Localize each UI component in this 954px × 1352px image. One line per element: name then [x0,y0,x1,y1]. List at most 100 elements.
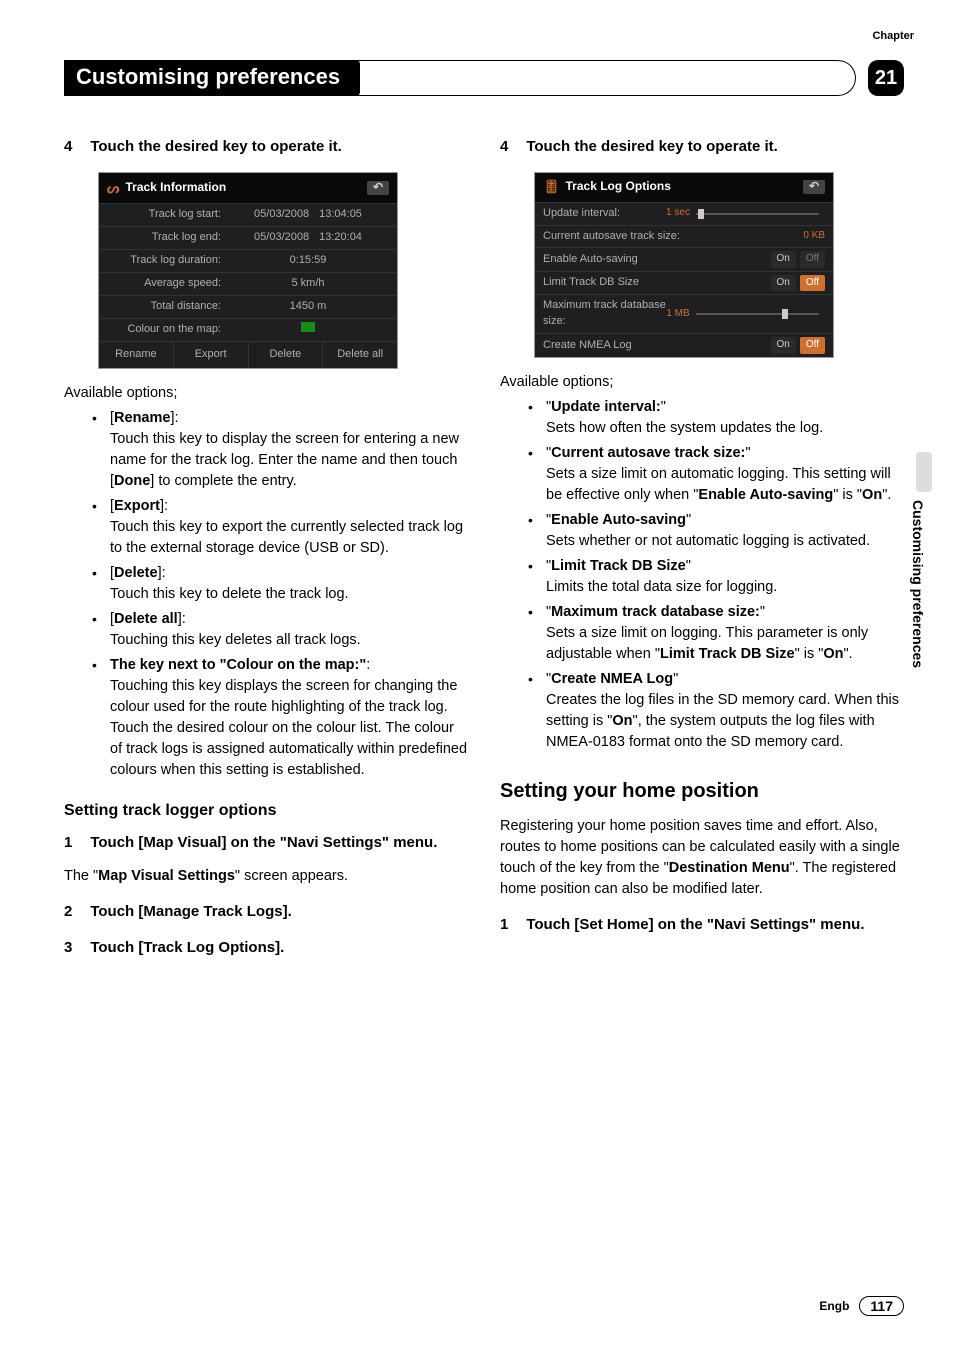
right-options-list: "Update interval:" Sets how often the sy… [500,397,904,753]
left-step-3: 3 Touch [Track Log Options]. [64,937,468,959]
route-icon: ᔕ [107,178,119,198]
item-desc: Touch this key to display the screen for… [110,429,468,492]
item-key: The key next to "Colour on the map:" [110,657,366,673]
right-step-1: 1 Touch [Set Home] on the "Navi Settings… [500,914,904,936]
row-value: 1 sec [666,206,690,221]
section-heading-home: Setting your home position [500,777,904,806]
item-key: Enable Auto-saving [551,512,686,528]
left-step-2: 2 Touch [Manage Track Logs]. [64,901,468,923]
row-value: 5 km/h [227,276,389,292]
row-label: Total distance: [107,299,227,315]
item-key: Create NMEA Log [551,671,673,687]
left-options-list: [Rename]: Touch this key to display the … [64,408,468,781]
step-number: 1 [500,914,508,936]
item-desc: Touch this key to export the currently s… [110,517,468,559]
row-enable-autosave: Enable Auto-saving On Off [535,247,833,271]
export-button[interactable]: Export [174,342,249,368]
row-label: Update interval: [543,206,666,222]
step-text: Touch the desired key to operate it. [90,136,341,158]
list-item: "Maximum track database size:" Sets a si… [546,602,904,665]
list-item: [Delete all]: Touching this key deletes … [110,609,468,651]
item-desc: Sets how often the system updates the lo… [546,418,904,439]
update-slider[interactable] [696,213,819,215]
list-item: [Export]: Touch this key to export the c… [110,496,468,559]
row-label: Limit Track DB Size [543,275,771,291]
settings-icon: 🎚 [543,178,560,197]
rename-button[interactable]: Rename [99,342,174,368]
screenshot-header: 🎚 Track Log Options ↶ [535,173,833,202]
row-date: 05/03/2008 [254,207,309,223]
list-item: [Delete]: Touch this key to delete the t… [110,563,468,605]
side-section-label: Customising preferences [910,500,926,668]
toggle-autosave[interactable]: On Off [771,251,826,268]
home-para: Registering your home position saves tim… [500,816,904,900]
list-item: "Update interval:" Sets how often the sy… [546,397,904,439]
list-item: "Current autosave track size:" Sets a si… [546,443,904,506]
item-desc: Sets a size limit on logging. This param… [546,623,904,665]
toggle-nmea[interactable]: On Off [771,337,826,354]
left-step-1: 1 Touch [Map Visual] on the "Navi Settin… [64,832,468,887]
screenshot-title: Track Information [125,179,226,196]
row-time: 13:20:04 [319,230,362,246]
item-key: Update interval: [551,399,661,415]
step-number: 2 [64,901,72,923]
right-column: 4 Touch the desired key to operate it. 🎚… [500,136,904,972]
row-duration: Track log duration: 0:15:59 [99,249,397,272]
row-max-db-size: Maximum track database size: 1 MB [535,294,833,333]
left-column: 4 Touch the desired key to operate it. ᔕ… [64,136,468,972]
row-nmea: Create NMEA Log On Off [535,333,833,357]
step-text: Touch [Map Visual] on the "Navi Settings… [90,832,437,854]
screenshot-header: ᔕ Track Information ↶ [99,173,397,203]
row-label: Maximum track database size: [543,298,666,330]
row-label: Create NMEA Log [543,338,771,354]
item-desc: Touch this key to delete the track log. [110,584,468,605]
left-step-4: 4 Touch the desired key to operate it. [64,136,468,158]
item-desc: Limits the total data size for logging. [546,577,904,598]
back-icon[interactable]: ↶ [367,181,389,195]
list-item: [Rename]: Touch this key to display the … [110,408,468,492]
track-log-options-screenshot: 🎚 Track Log Options ↶ Update interval: 1… [534,172,834,358]
db-slider[interactable] [696,313,819,315]
item-desc: Sets whether or not automatic logging is… [546,531,904,552]
row-label: Colour on the map: [107,322,227,338]
page-title: Customising preferences [64,60,360,96]
row-value: 1450 m [227,299,389,315]
side-tab-indicator [916,452,932,492]
toggle-limit-db[interactable]: On Off [771,275,826,292]
chapter-number-badge: 21 [868,60,904,96]
step-number: 1 [64,832,72,854]
back-icon[interactable]: ↶ [803,180,825,194]
right-step-4: 4 Touch the desired key to operate it. [500,136,904,158]
item-desc: Touching this key deletes all track logs… [110,630,468,651]
list-item: "Create NMEA Log" Creates the log files … [546,669,904,753]
page-header: Customising preferences 21 [64,60,904,96]
item-key: Current autosave track size: [551,445,745,461]
row-value: 1 MB [666,307,689,322]
step-number: 3 [64,937,72,959]
item-key: Delete [114,565,158,581]
item-desc: Creates the log files in the SD memory c… [546,690,904,753]
item-key: Maximum track database size: [551,604,760,620]
row-label: Current autosave track size: [543,229,803,245]
list-item: "Limit Track DB Size" Limits the total d… [546,556,904,598]
row-end: Track log end: 05/03/2008 13:20:04 [99,226,397,249]
row-label: Track log end: [107,230,227,246]
delete-button[interactable]: Delete [249,342,324,368]
step-text: Touch [Track Log Options]. [90,937,284,959]
row-value: 0:15:59 [227,253,389,269]
colour-swatch[interactable] [301,322,315,332]
row-date: 05/03/2008 [254,230,309,246]
item-key: Delete all [114,611,178,627]
row-label: Track log duration: [107,253,227,269]
row-label: Track log start: [107,207,227,223]
chapter-text: Chapter [872,30,914,42]
available-options-label: Available options; [64,383,468,404]
header-frame: Customising preferences [64,60,856,96]
list-item: "Enable Auto-saving" Sets whether or not… [546,510,904,552]
chapter-label: Chapter [872,30,914,42]
row-speed: Average speed: 5 km/h [99,272,397,295]
row-label: Average speed: [107,276,227,292]
step-number: 4 [64,136,72,158]
row-limit-db: Limit Track DB Size On Off [535,271,833,295]
delete-all-button[interactable]: Delete all [323,342,397,368]
